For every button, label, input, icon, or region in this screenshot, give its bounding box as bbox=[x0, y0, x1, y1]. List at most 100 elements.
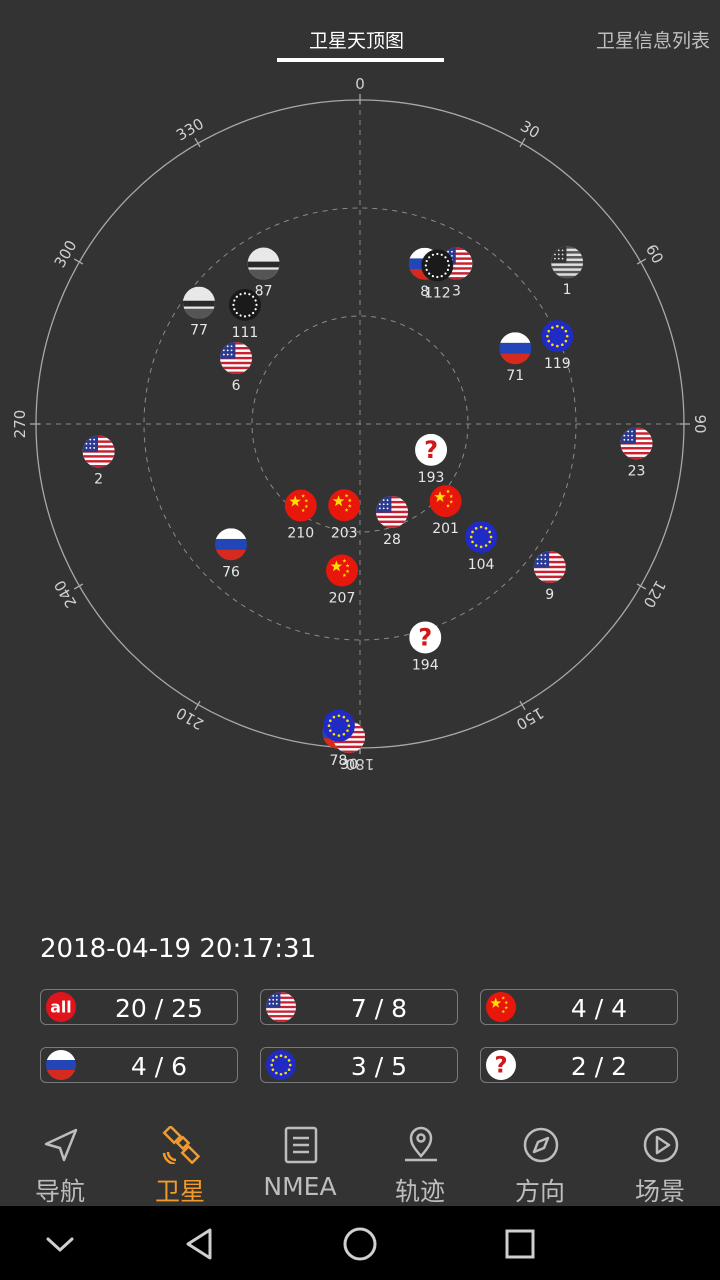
satellite-id-label: 9 bbox=[545, 587, 554, 603]
satellite-id-label: 201 bbox=[432, 521, 459, 537]
azimuth-label: 0 bbox=[355, 75, 365, 93]
satellite-marker[interactable]: ? bbox=[415, 433, 448, 466]
stat-value: 4 / 6 bbox=[130, 1052, 188, 1081]
azimuth-label: 210 bbox=[173, 703, 207, 733]
satellite-id-label: 71 bbox=[506, 368, 524, 384]
active-tab-indicator bbox=[277, 58, 444, 62]
satellite-marker[interactable] bbox=[326, 554, 359, 587]
nav-label: 轨迹 bbox=[394, 1177, 445, 1206]
stat-china: 4 / 4 bbox=[480, 989, 678, 1025]
azimuth-label: 270 bbox=[11, 410, 29, 439]
satellite-id-label: 76 bbox=[222, 564, 240, 580]
satellite-id-label: 193 bbox=[418, 470, 445, 486]
satellite-id-label: 30 bbox=[340, 757, 358, 773]
nav-item-play-scene[interactable]: 场景 bbox=[600, 1118, 720, 1206]
nav-item-nmea-document[interactable]: NMEA bbox=[240, 1118, 360, 1206]
satellite-marker[interactable] bbox=[284, 489, 317, 522]
satellite-marker[interactable] bbox=[551, 246, 584, 279]
azimuth-label: 90 bbox=[691, 414, 709, 433]
satellite-marker[interactable] bbox=[182, 286, 215, 325]
satellite-icon bbox=[162, 1126, 200, 1164]
tab-sky-view[interactable]: 卫星天顶图 bbox=[309, 26, 404, 53]
stat-value: 3 / 5 bbox=[350, 1052, 408, 1081]
sky-plot: 0306090120150180210240270300330138112871… bbox=[11, 75, 709, 773]
eu-flag-icon bbox=[266, 1050, 296, 1080]
nav-item-navigation-arrow[interactable]: 导航 bbox=[0, 1118, 120, 1206]
bottom-navigation: 导航 卫星 NMEA 轨迹 方向 场景 bbox=[0, 1118, 720, 1206]
satellite-id-label: 104 bbox=[468, 557, 495, 573]
satellite-marker[interactable] bbox=[541, 320, 574, 353]
azimuth-label: 330 bbox=[173, 115, 207, 145]
stat-value: 4 / 4 bbox=[570, 994, 628, 1023]
nav-label: 导航 bbox=[34, 1177, 85, 1206]
satellite-marker[interactable]: ? bbox=[409, 621, 442, 654]
nav-item-satellite[interactable]: 卫星 bbox=[120, 1118, 240, 1206]
azimuth-label: 60 bbox=[642, 241, 667, 267]
satellite-marker[interactable] bbox=[228, 288, 261, 321]
stat-value: 20 / 25 bbox=[115, 994, 203, 1023]
play-scene-icon bbox=[643, 1127, 679, 1163]
satellite-marker[interactable] bbox=[499, 332, 532, 365]
nmea-document-icon bbox=[284, 1126, 318, 1164]
satellite-id-label: 203 bbox=[331, 525, 358, 541]
track-pin-icon bbox=[405, 1126, 437, 1162]
stat-unknown: ? 2 / 2 bbox=[480, 1047, 678, 1083]
nav-label: 方向 bbox=[514, 1177, 565, 1206]
stat-usa: 7 / 8 bbox=[260, 989, 458, 1025]
satellite-marker[interactable] bbox=[376, 495, 409, 528]
satellite-id-label: 210 bbox=[287, 526, 314, 542]
satellite-marker[interactable] bbox=[429, 485, 462, 518]
system-navigation-bar bbox=[0, 1206, 720, 1280]
azimuth-label: 300 bbox=[51, 237, 81, 271]
navigation-arrow-icon bbox=[44, 1128, 78, 1162]
nav-item-track-pin[interactable]: 轨迹 bbox=[360, 1118, 480, 1206]
svg-text:?: ? bbox=[494, 1053, 507, 1079]
tab-satellite-list[interactable]: 卫星信息列表 bbox=[596, 26, 710, 53]
satellite-marker[interactable] bbox=[328, 489, 361, 522]
svg-text:?: ? bbox=[424, 436, 438, 464]
satellite-id-label: 3 bbox=[452, 284, 461, 300]
recent-apps-square-icon[interactable] bbox=[500, 1224, 540, 1264]
stat-value: 2 / 2 bbox=[570, 1052, 628, 1081]
satellite-marker[interactable] bbox=[620, 427, 653, 460]
chevron-down-icon[interactable] bbox=[40, 1224, 80, 1264]
satellite-id-label: 28 bbox=[383, 532, 401, 548]
satellite-marker[interactable] bbox=[247, 247, 280, 286]
azimuth-label: 150 bbox=[513, 703, 547, 733]
svg-text:?: ? bbox=[418, 623, 432, 651]
satellite-id-label: 112 bbox=[424, 285, 451, 301]
stat-value: 7 / 8 bbox=[350, 994, 408, 1023]
usa-flag-icon bbox=[266, 992, 296, 1022]
satellite-marker[interactable] bbox=[220, 342, 253, 375]
timestamp: 2018-04-19 20:17:31 bbox=[40, 934, 317, 964]
china-flag-icon bbox=[486, 992, 516, 1022]
satellite-id-label: 119 bbox=[544, 356, 571, 372]
azimuth-label: 120 bbox=[639, 577, 669, 611]
satellite-id-label: 23 bbox=[628, 463, 646, 479]
satellite-id-label: 2 bbox=[94, 471, 103, 487]
nav-item-compass[interactable]: 方向 bbox=[480, 1118, 600, 1206]
satellite-id-label: 1 bbox=[563, 282, 572, 298]
nav-label: NMEA bbox=[263, 1172, 337, 1201]
satellite-marker[interactable] bbox=[214, 528, 247, 561]
stat-russia: 4 / 6 bbox=[40, 1047, 238, 1083]
satellite-marker[interactable] bbox=[82, 435, 115, 468]
all-flag-icon: all bbox=[46, 992, 76, 1022]
svg-text:all: all bbox=[50, 997, 71, 1016]
home-circle-icon[interactable] bbox=[340, 1224, 380, 1264]
satellite-id-label: 77 bbox=[190, 323, 208, 339]
satellite-id-label: 194 bbox=[412, 657, 439, 673]
stat-eu: 3 / 5 bbox=[260, 1047, 458, 1083]
unknown-flag-icon: ? bbox=[486, 1050, 516, 1080]
satellite-id-label: 111 bbox=[232, 325, 259, 341]
satellite-marker[interactable] bbox=[322, 709, 355, 742]
satellite-id-label: 207 bbox=[329, 590, 356, 606]
compass-icon bbox=[523, 1127, 559, 1163]
azimuth-label: 240 bbox=[51, 577, 81, 611]
satellite-marker[interactable] bbox=[421, 249, 454, 282]
back-triangle-icon[interactable] bbox=[180, 1224, 220, 1264]
stat-all: all 20 / 25 bbox=[40, 989, 238, 1025]
satellite-marker[interactable] bbox=[533, 550, 566, 583]
azimuth-label: 30 bbox=[517, 117, 543, 142]
satellite-marker[interactable] bbox=[465, 520, 498, 553]
